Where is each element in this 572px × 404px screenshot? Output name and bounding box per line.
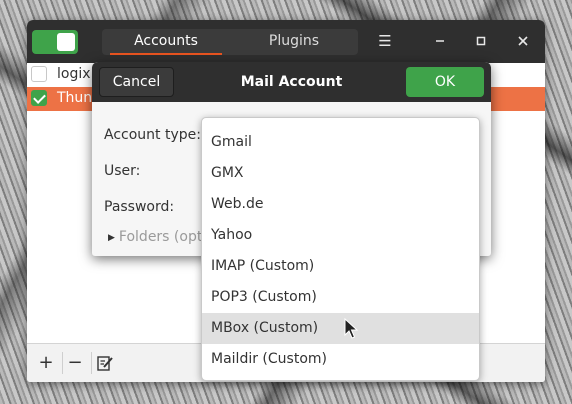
folders-label: Folders (opt — [118, 229, 203, 245]
option-gmail[interactable]: Gmail — [202, 127, 479, 158]
mouse-pointer-icon — [344, 318, 358, 339]
edit-icon — [97, 356, 113, 371]
hamburger-icon[interactable]: ☰ — [375, 31, 395, 51]
option-maildir[interactable]: Maildir (Custom) — [202, 344, 479, 375]
account-type-dropdown: Gmail GMX Web.de Yahoo IMAP (Custom) POP… — [201, 117, 480, 381]
account-checkbox-checked[interactable] — [31, 90, 47, 106]
user-label: User: — [104, 163, 141, 179]
folders-expander[interactable]: ▶ Folders (opt — [108, 229, 202, 245]
tab-accounts[interactable]: Accounts — [102, 29, 230, 55]
option-imap[interactable]: IMAP (Custom) — [202, 251, 479, 282]
tab-plugins[interactable]: Plugins — [230, 29, 358, 55]
option-mbox[interactable]: MBox (Custom) — [202, 313, 479, 344]
ok-button[interactable]: OK — [406, 67, 484, 97]
headerbar: Accounts Plugins ☰ — [27, 20, 545, 63]
enable-toggle[interactable] — [32, 30, 78, 54]
option-pop3[interactable]: POP3 (Custom) — [202, 282, 479, 313]
minimize-icon[interactable] — [430, 31, 450, 51]
expander-arrow-icon: ▶ — [108, 233, 115, 243]
dialog-title: Mail Account — [240, 74, 343, 90]
edit-account-button[interactable] — [91, 351, 119, 375]
tab-switcher: Accounts Plugins — [102, 29, 358, 55]
remove-account-button[interactable]: − — [61, 351, 89, 375]
cancel-button[interactable]: Cancel — [99, 67, 174, 97]
account-label: logix. — [57, 66, 95, 82]
option-yahoo[interactable]: Yahoo — [202, 220, 479, 251]
add-account-button[interactable]: + — [32, 351, 60, 375]
option-gmx[interactable]: GMX — [202, 158, 479, 189]
option-webde[interactable]: Web.de — [202, 189, 479, 220]
account-checkbox[interactable] — [31, 66, 47, 82]
maximize-icon[interactable] — [471, 31, 491, 51]
close-icon[interactable] — [513, 31, 533, 51]
toggle-knob — [57, 33, 75, 51]
password-label: Password: — [104, 199, 175, 215]
account-type-label: Account type: — [104, 127, 201, 143]
dialog-headerbar: Cancel Mail Account OK — [92, 62, 491, 102]
